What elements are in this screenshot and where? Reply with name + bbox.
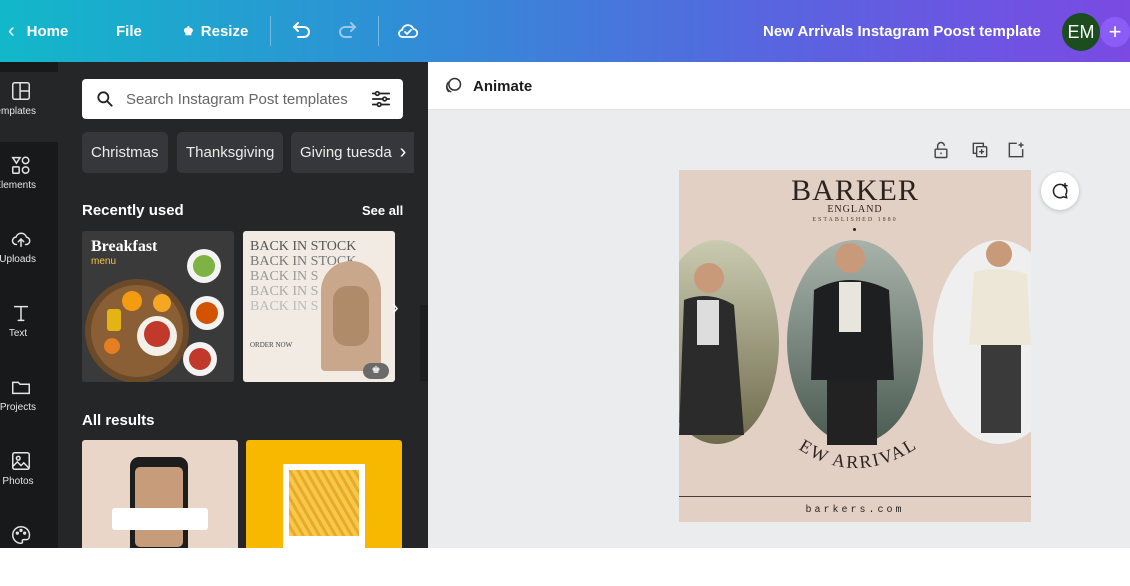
sidebar-item-uploads[interactable]: Uploads [0,220,58,290]
template-thumb-breakfast[interactable]: Breakfast menu [82,231,234,382]
divider [378,16,379,46]
see-all-link[interactable]: See all [362,203,403,218]
animate-button[interactable]: Animate [473,78,532,95]
add-page-icon[interactable] [1006,140,1026,160]
chip-giving-tuesday[interactable]: Giving tuesday [291,132,403,173]
chip-christmas[interactable]: Christmas [82,132,168,173]
uploads-icon [11,232,31,248]
template-thumb-phone[interactable] [82,440,238,548]
resize-button[interactable]: ♚ Resize [183,0,248,62]
sidebar-rail: Templates Elements Uploads Text Projects… [0,62,58,548]
home-button[interactable]: ‹ Home [8,0,68,62]
template-thumb-back-in-stock[interactable]: BACK IN STOCK BACK IN STOCK BACK IN S BA… [243,231,395,382]
thumb-cta: ORDER NOW [250,341,293,349]
sidebar-item-label: Uploads [0,254,36,265]
palette-icon [12,526,31,544]
phone-card [112,508,208,530]
template-thumb-fries[interactable] [246,440,402,548]
duplicate-icon[interactable] [970,140,990,160]
sidebar-item-text[interactable]: Text [0,294,58,364]
templates-icon [12,82,30,100]
svg-text:NEW ARRIVALS: NEW ARRIVALS [679,170,921,472]
all-results-title: All results [82,412,155,429]
brand-url: barkers.com [805,505,905,516]
sidebar-item-label: Photos [2,476,34,487]
search-icon [97,91,113,107]
thumb-line: BACK IN STOCK [250,239,357,254]
crown-icon: ♚ [183,24,194,38]
lock-icon[interactable] [931,140,951,160]
file-menu-button[interactable]: File [116,0,142,62]
search-placeholder: Search Instagram Post templates [126,91,348,108]
editor-workspace: Animate BARKER ENGLAND ESTABLISHED 1880 [428,62,1130,548]
product-photo-detail [333,286,369,346]
avatar[interactable]: EM [1062,13,1100,51]
fries-photo [289,470,359,536]
home-label: Home [26,22,69,40]
sidebar-item-projects[interactable]: Projects [0,368,58,438]
sidebar-item-label: Templates [0,106,36,117]
recently-used-title: Recently used [82,202,184,219]
divider [270,16,271,46]
elements-icon [11,156,30,174]
comment-add-icon [1052,182,1068,199]
thumb-title: Breakfast [91,238,158,255]
add-comment-button[interactable] [1041,172,1079,210]
sidebar-item-label: Elements [0,180,36,191]
sidebar-item-photos[interactable]: Photos [0,442,58,512]
design-canvas[interactable]: BARKER ENGLAND ESTABLISHED 1880 NE [679,170,1031,522]
chips-next-arrow-icon[interactable]: › [392,132,414,173]
redo-icon[interactable] [336,19,360,43]
recent-next-arrow-icon[interactable]: › [392,297,399,320]
share-plus-button[interactable]: + [1100,17,1130,47]
animate-toolbar: Animate [428,62,1130,110]
resize-label: Resize [200,22,249,40]
top-bar: ‹ Home File ♚ Resize New Arrivals Instag… [0,0,1130,62]
headline-text: NEW ARRIVALS [679,170,919,472]
document-title[interactable]: New Arrivals Instagram Poost template [763,0,1041,62]
thumb-subtitle: menu [91,256,117,267]
sidebar-item-label: Text [8,328,28,339]
headline-curve: NEW ARRIVALS [679,170,921,472]
filter-icon[interactable] [370,88,392,110]
sidebar-item-templates[interactable]: Templates [0,72,58,142]
sidebar-item-elements[interactable]: Elements [0,146,58,216]
chip-thanksgiving[interactable]: Thanksgiving [177,132,283,173]
templates-panel: Search Instagram Post templates Christma… [58,62,428,548]
photos-icon [12,452,30,470]
footer-rule [679,496,1031,497]
cloud-saved-icon[interactable] [396,19,420,43]
search-input[interactable]: Search Instagram Post templates [82,79,403,119]
animate-icon[interactable] [442,76,464,96]
phone-screen [135,467,183,547]
sidebar-item-styles[interactable] [0,516,58,586]
chevron-left-icon: ‹ [8,19,15,42]
premium-crown-icon: ♚ [363,363,389,379]
projects-icon [12,381,30,395]
undo-icon[interactable] [289,19,313,43]
text-icon [13,305,29,322]
sidebar-item-label: Projects [0,402,36,413]
